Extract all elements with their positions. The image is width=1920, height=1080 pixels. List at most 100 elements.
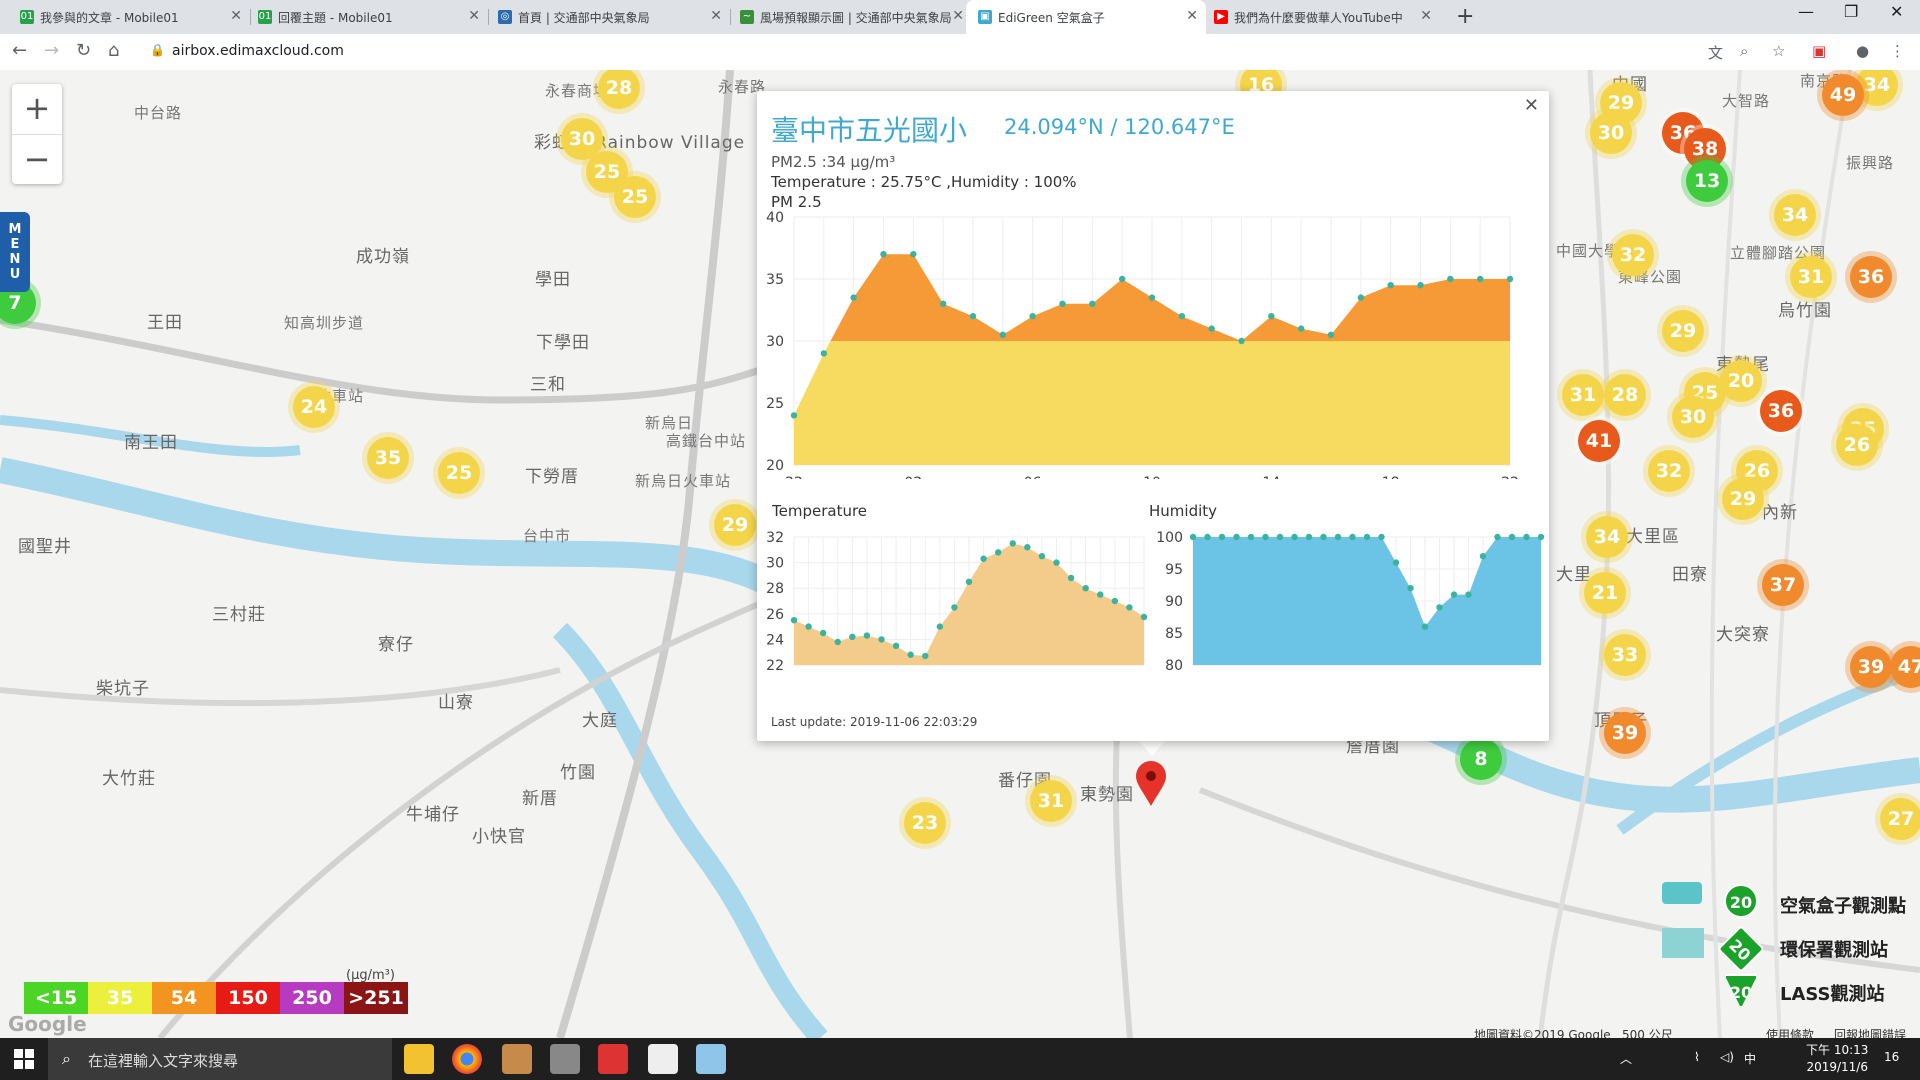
file-explorer-icon[interactable] [404,1044,434,1074]
legend-item: <15 [24,982,88,1014]
aqi-marker[interactable]: 25 [614,176,656,218]
aqi-marker[interactable]: 29 [714,504,756,546]
bookmark-star-icon[interactable]: ☆ [1772,42,1785,60]
data-point [1038,553,1046,560]
aqi-marker[interactable]: 28 [1604,374,1646,416]
reload-icon[interactable]: ↻ [76,40,91,61]
data-point [1097,591,1104,598]
tab-1[interactable]: 01 回覆主題 - Mobile01 ✕ [258,0,488,34]
aqi-marker[interactable]: 29 [1662,310,1704,352]
profile-icon[interactable]: ● [1856,42,1869,60]
data-point [1363,533,1371,541]
aqi-marker[interactable]: 27 [1880,798,1920,840]
map-place-label: 小快官 [472,827,526,847]
address-bar[interactable] [140,38,1720,66]
menu-button[interactable]: M E N U [0,212,30,292]
tab-5[interactable]: ▶ 我們為什麼要做華人YouTube中 ✕ [1214,0,1440,34]
window-close-icon[interactable]: ✕ [1890,2,1903,21]
app-icon[interactable] [502,1044,532,1074]
aqi-marker[interactable]: 33 [1604,634,1646,676]
aqi-marker[interactable]: 21 [1584,572,1626,614]
aqi-marker[interactable]: 36 [1760,390,1802,432]
aqi-marker[interactable]: 30 [1590,112,1632,154]
aqi-marker[interactable]: 36 [1850,256,1892,298]
app-icon[interactable] [598,1044,628,1074]
aqi-marker[interactable]: 8 [1460,738,1502,780]
menu-dots-icon[interactable]: ⋮ [1890,42,1905,60]
data-point [1089,300,1096,307]
chrome-icon[interactable] [452,1044,482,1074]
aqi-marker[interactable]: 39 [1604,712,1646,754]
taskbar-search[interactable]: ⌕ 在這裡輸入文字來搜尋 [48,1038,392,1080]
close-icon[interactable]: ✕ [952,8,964,24]
forward-icon[interactable]: → [44,40,59,61]
zoom-icon[interactable]: ⌕ [1740,42,1748,60]
aqi-marker[interactable]: 49 [1822,74,1864,116]
legend-label: 環保署觀測站 [1780,940,1888,961]
aqi-marker[interactable]: 20 [1720,360,1762,402]
aqi-marker[interactable]: 31 [1030,780,1072,822]
map-place-label: 內新 [1762,503,1798,523]
close-icon[interactable]: ✕ [230,8,242,24]
home-icon[interactable]: ⌂ [108,40,119,61]
map-place-label: 下學田 [536,333,590,353]
map-place-label: 中國大學 [1556,242,1621,260]
data-point [1126,604,1133,611]
map-place-label: 竹園 [560,763,596,783]
close-icon[interactable]: ✕ [468,8,480,24]
close-icon[interactable]: ✕ [1186,8,1198,24]
ime-indicator[interactable]: 中 [1744,1050,1756,1067]
zoom-out-button[interactable]: − [12,135,62,185]
minimize-icon[interactable]: — [1798,2,1814,21]
volume-icon[interactable]: ◁) [1720,1050,1734,1064]
tab-0[interactable]: 01 我參與的文章 - Mobile01 ✕ [20,0,250,34]
aqi-marker[interactable]: 35 [367,437,409,479]
aqi-marker[interactable]: 29 [1722,478,1764,520]
aqi-marker[interactable]: 31 [1790,256,1832,298]
new-tab-button[interactable]: + [1456,4,1474,29]
app-icon[interactable] [696,1044,726,1074]
extension-icon[interactable]: ▣ [1812,42,1826,60]
aqi-marker[interactable]: 32 [1648,450,1690,492]
tab-2[interactable]: ◎ 首頁 | 交通部中央氣象局 ✕ [498,0,730,34]
data-point [1327,331,1335,338]
y-tick-label: 80 [1165,658,1183,674]
notification-icon[interactable]: 16 [1884,1050,1899,1064]
aqi-marker[interactable]: 30 [1672,396,1714,438]
photos-icon[interactable] [648,1044,678,1074]
close-icon[interactable]: ✕ [1524,95,1539,116]
app-icon[interactable] [550,1044,580,1074]
aqi-marker[interactable]: 32 [1612,234,1654,276]
translate-icon[interactable]: 文 [1708,42,1723,63]
tray-chevron-icon[interactable]: ︿ [1620,1050,1632,1067]
aqi-marker[interactable]: 13 [1686,160,1728,202]
network-icon[interactable]: ⌇ [1694,1050,1700,1064]
aqi-marker[interactable]: 25 [438,452,480,494]
data-point [805,623,812,630]
tab-4[interactable]: ▣ EdiGreen 空氣盒子 ✕ [966,0,1206,34]
data-point [969,313,977,320]
aqi-marker[interactable]: 37 [1762,564,1804,606]
windows-start-icon[interactable] [14,1049,34,1069]
clock[interactable]: 下午 10:13 2019/11/6 [1806,1042,1868,1076]
url-text[interactable]: airbox.edimaxcloud.com [172,43,344,59]
aqi-marker[interactable]: 26 [1836,424,1878,466]
aqi-marker[interactable]: 24 [293,386,335,428]
data-point [1233,533,1240,541]
aqi-marker[interactable]: 31 [1562,374,1604,416]
tab-3[interactable]: ~ 風場預報顯示圖 | 交通部中央氣象局 ✕ [740,0,972,34]
aqi-marker[interactable]: 41 [1578,420,1620,462]
aqi-marker[interactable]: 34 [1586,516,1628,558]
tab-title: 回覆主題 - Mobile01 [278,10,393,25]
aqi-marker[interactable]: 39 [1850,646,1892,688]
zoom-in-button[interactable]: + [12,84,62,135]
aqi-marker[interactable]: 34 [1774,194,1816,236]
data-point [1349,533,1356,541]
legend-unit: (μg/m³) [346,968,395,983]
close-icon[interactable]: ✕ [710,8,722,24]
close-icon[interactable]: ✕ [1420,8,1432,24]
selected-pin-icon[interactable] [1134,760,1168,808]
restore-icon[interactable]: ❐ [1844,2,1858,21]
aqi-marker[interactable]: 23 [904,802,946,844]
back-icon[interactable]: ← [12,40,27,61]
